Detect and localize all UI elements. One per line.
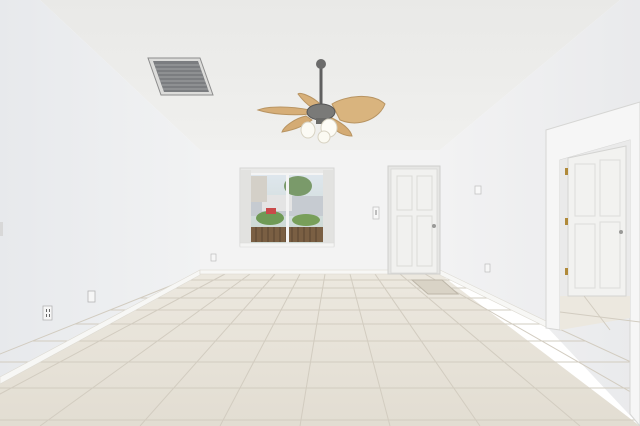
power-outlet-icon xyxy=(210,253,217,262)
window xyxy=(239,167,335,248)
power-outlet-icon xyxy=(42,305,53,321)
light-switch-icon xyxy=(474,185,482,195)
wall-fixture xyxy=(0,222,3,236)
power-outlet-icon xyxy=(87,290,96,303)
door-knob-icon xyxy=(619,230,623,234)
door-knob-icon xyxy=(432,224,436,228)
back-door xyxy=(387,165,441,275)
light-switch-icon xyxy=(372,206,380,220)
power-outlet-icon xyxy=(484,263,491,273)
empty-room-photo xyxy=(0,0,640,426)
